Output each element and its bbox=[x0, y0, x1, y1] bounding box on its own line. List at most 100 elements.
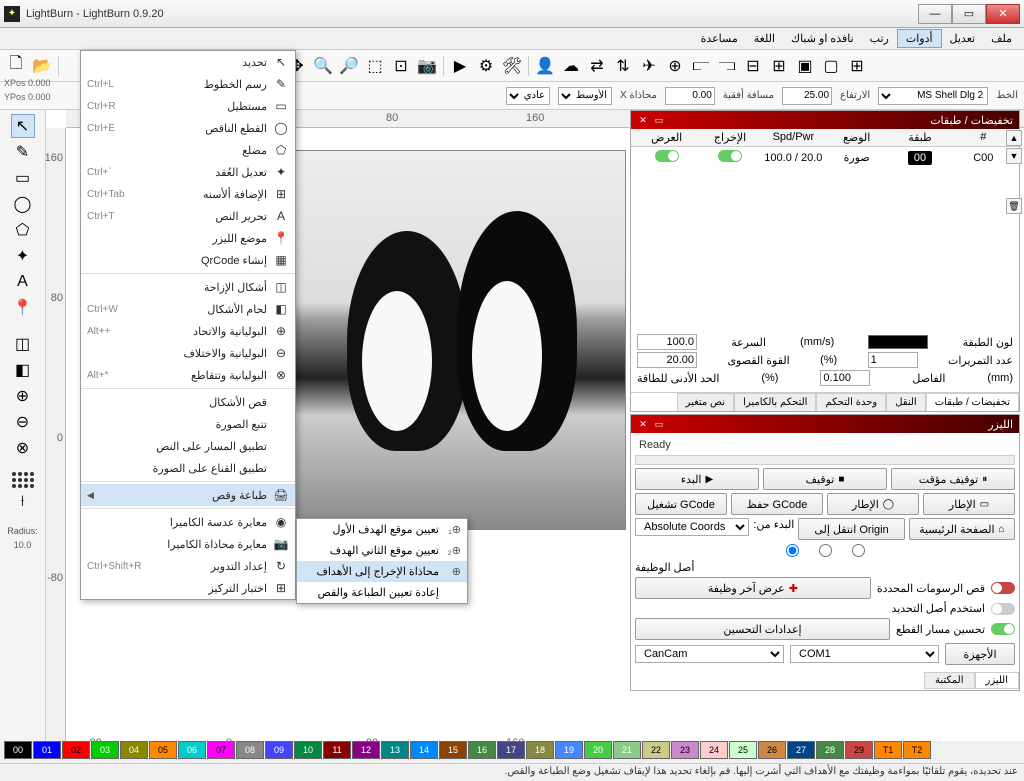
color-swatch[interactable]: 20 bbox=[584, 741, 612, 759]
color-swatch[interactable]: 29 bbox=[845, 741, 873, 759]
zoom-out-icon[interactable]: 🔍 bbox=[311, 54, 335, 78]
use-sel-origin-toggle[interactable] bbox=[991, 603, 1015, 615]
text-tool-icon[interactable]: A bbox=[11, 270, 35, 294]
offset-tool-icon[interactable]: ◫ bbox=[11, 332, 35, 356]
measure-icon[interactable]: ⟊ bbox=[11, 490, 35, 514]
menu-item[interactable]: ⬠مضلع bbox=[81, 139, 295, 161]
select-tool-icon[interactable]: ↖ bbox=[11, 114, 35, 138]
minimize-button[interactable]: — bbox=[918, 4, 952, 24]
frame2-button[interactable]: ◯ الإطار bbox=[827, 493, 919, 515]
color-swatch[interactable]: T1 bbox=[874, 741, 902, 759]
cuts-table-row[interactable]: C00 00 صورة 100.0 / 20.0 bbox=[631, 147, 1019, 168]
menu-item[interactable]: ⊕البوليانية والاتحادAlt++ bbox=[81, 320, 295, 342]
layer-up-icon[interactable]: ▲ bbox=[1006, 130, 1022, 146]
node-edit-icon[interactable]: ✦ bbox=[11, 244, 35, 268]
optimize-toggle[interactable] bbox=[991, 623, 1015, 635]
cut-selected-toggle[interactable] bbox=[991, 582, 1015, 594]
color-swatch[interactable]: 26 bbox=[758, 741, 786, 759]
tab-variable[interactable]: نص متغير bbox=[677, 393, 735, 411]
start-button[interactable]: ▶ البدء bbox=[635, 468, 759, 490]
frame-button[interactable]: ▭ الإطار bbox=[923, 493, 1015, 515]
weld-tool-icon[interactable]: ◧ bbox=[11, 358, 35, 382]
color-swatch[interactable]: 21 bbox=[613, 741, 641, 759]
save-gcode-button[interactable]: GCode حفظ bbox=[731, 493, 823, 515]
tab-cuts[interactable]: تخفيضات / طبقات bbox=[926, 393, 1019, 411]
flip-h-icon[interactable]: ⇄ bbox=[585, 54, 609, 78]
font-select[interactable]: MS Shell Dlg 2 bbox=[878, 87, 988, 105]
submenu-item[interactable]: ⊕₁تعيين موقع الهدف الأول bbox=[297, 519, 467, 540]
open-icon[interactable]: 📂 bbox=[30, 54, 54, 78]
color-swatch[interactable]: 11 bbox=[323, 741, 351, 759]
distribute-v-icon[interactable]: ⊞ bbox=[767, 54, 791, 78]
menu-item[interactable]: Aتحرير النصCtrl+T bbox=[81, 205, 295, 227]
menu-item[interactable]: 📷معايرة محاذاة الكاميرا bbox=[81, 533, 295, 555]
menu-item[interactable]: ✦تعديل العُقدCtrl+` bbox=[81, 161, 295, 183]
target-icon[interactable]: ⊕ bbox=[663, 54, 687, 78]
show-last-button[interactable]: ✚ عرض آخر وظيفة bbox=[635, 577, 871, 599]
send-icon[interactable]: ✈ bbox=[637, 54, 661, 78]
home-button[interactable]: ⌂ الصفحة الرئيسية bbox=[909, 518, 1015, 540]
menu-item[interactable]: تتبع الصورة bbox=[81, 413, 295, 435]
user-icon[interactable]: 👤 bbox=[533, 54, 557, 78]
distribute-h-icon[interactable]: ⊟ bbox=[741, 54, 765, 78]
color-swatch[interactable]: 23 bbox=[671, 741, 699, 759]
menu-arrange[interactable]: رتب bbox=[862, 30, 897, 47]
layer-color-swatch[interactable] bbox=[868, 335, 928, 349]
align-v-icon[interactable]: ⫎ bbox=[715, 54, 739, 78]
color-swatch[interactable]: 16 bbox=[468, 741, 496, 759]
submenu-item[interactable]: ⊕₂تعيين موقع الثاني الهدف bbox=[297, 540, 467, 561]
color-swatch[interactable]: 27 bbox=[787, 741, 815, 759]
alignx-select[interactable]: الأوسط bbox=[558, 87, 612, 105]
style-select[interactable]: عادي bbox=[506, 87, 550, 105]
color-swatch[interactable]: 22 bbox=[642, 741, 670, 759]
tab-camera[interactable]: التحكم بالكاميرا bbox=[734, 393, 816, 411]
submenu-item[interactable]: ⊕محاذاة الإخراج إلى الأهداف bbox=[297, 561, 467, 582]
color-swatch[interactable]: 10 bbox=[294, 741, 322, 759]
panel-close-icon[interactable]: ✕ bbox=[637, 418, 649, 430]
menu-item[interactable]: ▦إنشاء QrCode bbox=[81, 249, 295, 271]
menu-item[interactable]: ◧لحام الأشكالCtrl+W bbox=[81, 298, 295, 320]
submenu-item[interactable]: إعادة تعيين الطباعة والقص bbox=[297, 582, 467, 603]
new-icon[interactable]: 🗋 bbox=[4, 54, 28, 78]
color-swatch[interactable]: 13 bbox=[381, 741, 409, 759]
menu-item[interactable]: ↖تحديد bbox=[81, 51, 295, 73]
grid-icon[interactable]: ⊞ bbox=[845, 54, 869, 78]
menu-item[interactable]: تطبيق المسار على النص bbox=[81, 435, 295, 457]
color-swatch[interactable]: 08 bbox=[236, 741, 264, 759]
panel-undock-icon[interactable]: ▭ bbox=[653, 114, 665, 126]
canvas-image[interactable] bbox=[286, 150, 626, 530]
position-tool-icon[interactable]: 📍 bbox=[11, 296, 35, 320]
color-swatch[interactable]: 09 bbox=[265, 741, 293, 759]
camera-icon[interactable]: 📷 bbox=[415, 54, 439, 78]
preview-icon[interactable]: ▶ bbox=[448, 54, 472, 78]
menu-item[interactable]: ⊞الإضافة ألأسنهCtrl+Tab bbox=[81, 183, 295, 205]
color-swatch[interactable]: 05 bbox=[149, 741, 177, 759]
menu-tools[interactable]: أدوات bbox=[897, 29, 942, 48]
color-swatch[interactable]: 28 bbox=[816, 741, 844, 759]
menu-window[interactable]: نافذه او شباك bbox=[783, 30, 862, 47]
menu-item[interactable]: ⊖البوليانية والاختلاف bbox=[81, 342, 295, 364]
show-toggle[interactable] bbox=[655, 150, 679, 162]
zoom-in-icon[interactable]: 🔎 bbox=[337, 54, 361, 78]
devices-button[interactable]: الأجهزة bbox=[945, 643, 1015, 665]
interval-input[interactable] bbox=[820, 370, 870, 386]
origin-tl[interactable] bbox=[852, 544, 865, 557]
rect-tool-icon[interactable]: ▭ bbox=[11, 166, 35, 190]
ungroup-icon[interactable]: ▢ bbox=[819, 54, 843, 78]
run-gcode-button[interactable]: GCode تشغيل bbox=[635, 493, 727, 515]
zoom-selection-icon[interactable]: ⊡ bbox=[389, 54, 413, 78]
menu-item[interactable]: ▭مستطيلCtrl+R bbox=[81, 95, 295, 117]
menu-item[interactable]: ⊗البوليانية وتتقاطعAlt+* bbox=[81, 364, 295, 386]
menu-language[interactable]: اللغة bbox=[746, 30, 783, 47]
color-swatch[interactable]: 18 bbox=[526, 741, 554, 759]
maximize-button[interactable]: ▭ bbox=[952, 4, 986, 24]
menu-item[interactable]: ⊞اختبار التركيز bbox=[81, 577, 295, 599]
menu-item[interactable]: تطبيق القناع على الصورة bbox=[81, 457, 295, 479]
color-swatch[interactable]: 06 bbox=[178, 741, 206, 759]
menu-help[interactable]: مساعدة bbox=[693, 30, 746, 47]
layer-delete-icon[interactable]: 🗑 bbox=[1006, 198, 1022, 214]
color-swatch[interactable]: 17 bbox=[497, 741, 525, 759]
bool-union-icon[interactable]: ⊕ bbox=[11, 384, 35, 408]
device-settings-icon[interactable]: 🛠 bbox=[500, 54, 524, 78]
menu-edit[interactable]: تعديل bbox=[942, 30, 984, 47]
